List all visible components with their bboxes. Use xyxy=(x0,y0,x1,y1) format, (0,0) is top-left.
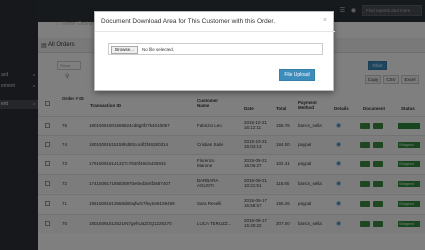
modal-divider xyxy=(95,31,335,32)
no-file-label: No file selected. xyxy=(142,47,175,52)
modal-title: Document Download Area for This Customer… xyxy=(101,18,276,25)
file-upload-button[interactable]: File Upload xyxy=(279,69,315,81)
file-input[interactable]: Browse... No file selected. xyxy=(108,43,323,55)
browse-button[interactable]: Browse... xyxy=(111,46,138,54)
document-download-modal: Document Download Area for This Customer… xyxy=(94,11,335,91)
close-icon[interactable]: × xyxy=(323,17,327,24)
